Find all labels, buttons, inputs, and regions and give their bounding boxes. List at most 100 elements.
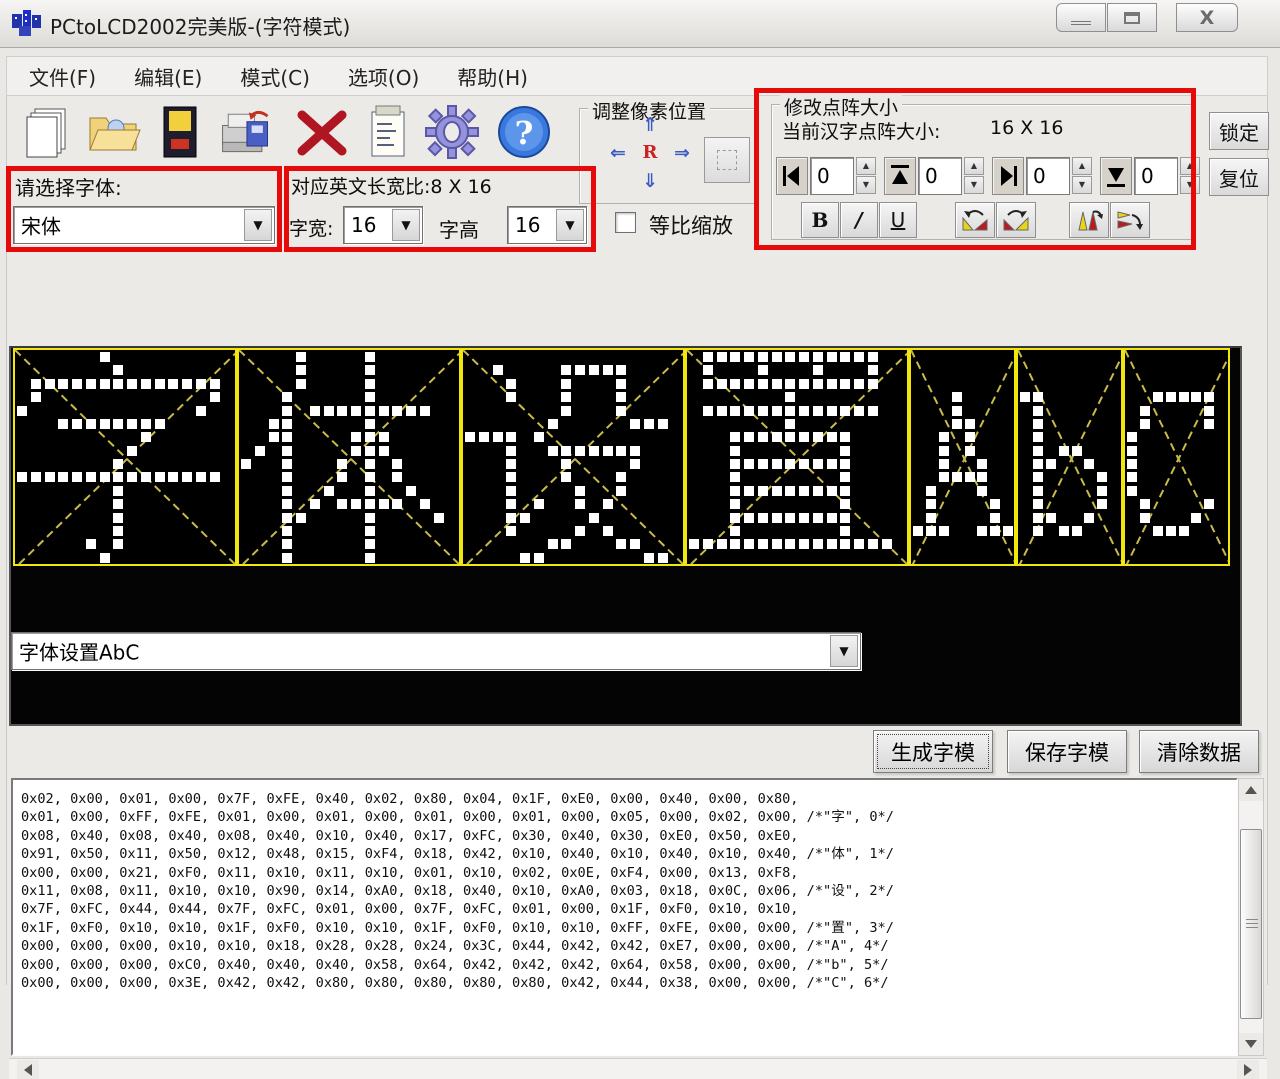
save-button[interactable] <box>151 102 209 162</box>
underline-button[interactable]: U <box>879 202 917 238</box>
lcd-dot[interactable] <box>1033 406 1043 416</box>
lcd-dot[interactable] <box>337 459 347 469</box>
lcd-dot[interactable] <box>744 432 754 442</box>
menu-file[interactable]: 文件(F) <box>29 62 96 91</box>
lcd-dot[interactable] <box>45 472 55 482</box>
lcd-dot[interactable] <box>210 392 220 402</box>
lcd-dot[interactable] <box>548 419 558 429</box>
lcd-dot[interactable] <box>575 446 585 456</box>
lcd-dot[interactable] <box>730 406 740 416</box>
lcd-dot[interactable] <box>799 379 809 389</box>
lcd-dot[interactable] <box>813 379 823 389</box>
spin-up-icon[interactable]: ▲ <box>964 157 984 175</box>
italic-button[interactable]: / <box>840 202 878 238</box>
lcd-dot[interactable] <box>575 365 585 375</box>
lcd-dot[interactable] <box>210 472 220 482</box>
lcd-dot[interactable] <box>127 379 137 389</box>
lcd-dot[interactable] <box>113 539 123 549</box>
lcd-dot[interactable] <box>840 486 850 496</box>
lcd-dot[interactable] <box>365 499 375 509</box>
lcd-dot[interactable] <box>854 379 864 389</box>
scroll-right-button[interactable] <box>1237 1060 1259 1079</box>
lcd-dot[interactable] <box>520 513 530 523</box>
lcd-dot[interactable] <box>196 472 206 482</box>
lcd-dot[interactable] <box>868 379 878 389</box>
lcd-dot[interactable] <box>744 406 754 416</box>
lcd-dot[interactable] <box>827 432 837 442</box>
lcd-dot[interactable] <box>1059 526 1069 536</box>
lcd-dot[interactable] <box>465 432 475 442</box>
char-width-combo[interactable]: 16 ▼ <box>343 206 423 244</box>
lcd-dot[interactable] <box>813 459 823 469</box>
lcd-dot[interactable] <box>1140 499 1150 509</box>
lcd-dot[interactable] <box>392 459 402 469</box>
lcd-dot[interactable] <box>799 513 809 523</box>
scrollbar-thumb[interactable] <box>1240 829 1262 1019</box>
lcd-dot[interactable] <box>506 432 516 442</box>
lcd-dot[interactable] <box>561 379 571 389</box>
trim-right-spinner[interactable]: ▲ ▼ <box>1072 157 1092 195</box>
lcd-dot[interactable] <box>952 472 962 482</box>
spin-down-icon[interactable]: ▼ <box>856 176 876 194</box>
chevron-down-icon[interactable]: ▼ <box>556 209 584 241</box>
lcd-dot[interactable] <box>772 352 782 362</box>
lcd-dot[interactable] <box>58 379 68 389</box>
lcd-dot[interactable] <box>758 365 768 375</box>
lcd-dot[interactable] <box>506 392 516 402</box>
move-left-button[interactable]: ⇐ <box>604 141 632 165</box>
lcd-dot[interactable] <box>127 446 137 456</box>
proportional-scale-checkbox[interactable] <box>615 212 636 233</box>
lcd-dot[interactable] <box>269 419 279 429</box>
lcd-dot[interactable] <box>1166 392 1176 402</box>
lcd-dot[interactable] <box>379 406 389 416</box>
lcd-dot[interactable] <box>406 486 416 496</box>
lcd-dot[interactable] <box>1020 392 1030 402</box>
lcd-dot[interactable] <box>730 486 740 496</box>
trim-top-field[interactable] <box>918 157 962 195</box>
lcd-dot[interactable] <box>744 539 754 549</box>
lcd-dot[interactable] <box>799 486 809 496</box>
spin-down-icon[interactable]: ▼ <box>964 176 984 194</box>
lcd-dot[interactable] <box>785 392 795 402</box>
reset-button[interactable]: 复位 <box>1209 158 1269 196</box>
chevron-down-icon[interactable]: ▼ <box>830 635 858 667</box>
lcd-dot[interactable] <box>913 526 923 536</box>
lcd-dot[interactable] <box>365 472 375 482</box>
lcd-dot[interactable] <box>1059 446 1069 456</box>
lcd-dot[interactable] <box>86 472 96 482</box>
horizontal-scrollbar[interactable] <box>9 1058 1267 1079</box>
lcd-dot[interactable] <box>310 406 320 416</box>
lcd-dot[interactable] <box>730 352 740 362</box>
lcd-dot[interactable] <box>1140 513 1150 523</box>
lcd-dot[interactable] <box>827 352 837 362</box>
lcd-dot[interactable] <box>658 419 668 429</box>
lcd-dot[interactable] <box>758 539 768 549</box>
lcd-dot[interactable] <box>296 365 306 375</box>
lcd-dot[interactable] <box>827 486 837 496</box>
lcd-dot[interactable] <box>952 406 962 416</box>
lcd-dot[interactable] <box>1033 486 1043 496</box>
lcd-dot[interactable] <box>1179 392 1189 402</box>
lcd-dot[interactable] <box>616 446 626 456</box>
vertical-scrollbar[interactable] <box>1238 778 1264 1056</box>
lcd-dot[interactable] <box>434 513 444 523</box>
lcd-dot[interactable] <box>365 352 375 362</box>
lcd-dot[interactable] <box>689 539 699 549</box>
lcd-dot[interactable] <box>506 499 516 509</box>
lcd-dot[interactable] <box>785 513 795 523</box>
lcd-dot[interactable] <box>616 379 626 389</box>
lcd-dot[interactable] <box>1127 459 1137 469</box>
lcd-dot[interactable] <box>561 459 571 469</box>
lcd-dot[interactable] <box>365 419 375 429</box>
clear-data-button[interactable]: 清除数据 <box>1139 730 1259 773</box>
lcd-cell-置[interactable] <box>685 348 909 566</box>
lcd-dot[interactable] <box>1033 499 1043 509</box>
lcd-dot[interactable] <box>100 553 110 563</box>
lcd-dot[interactable] <box>1033 392 1043 402</box>
lcd-dot[interactable] <box>977 459 987 469</box>
lcd-dot[interactable] <box>506 486 516 496</box>
lcd-dot[interactable] <box>1033 513 1043 523</box>
minimize-button[interactable] <box>1056 3 1106 32</box>
lcd-dot[interactable] <box>1127 486 1137 496</box>
lcd-dot[interactable] <box>730 446 740 456</box>
